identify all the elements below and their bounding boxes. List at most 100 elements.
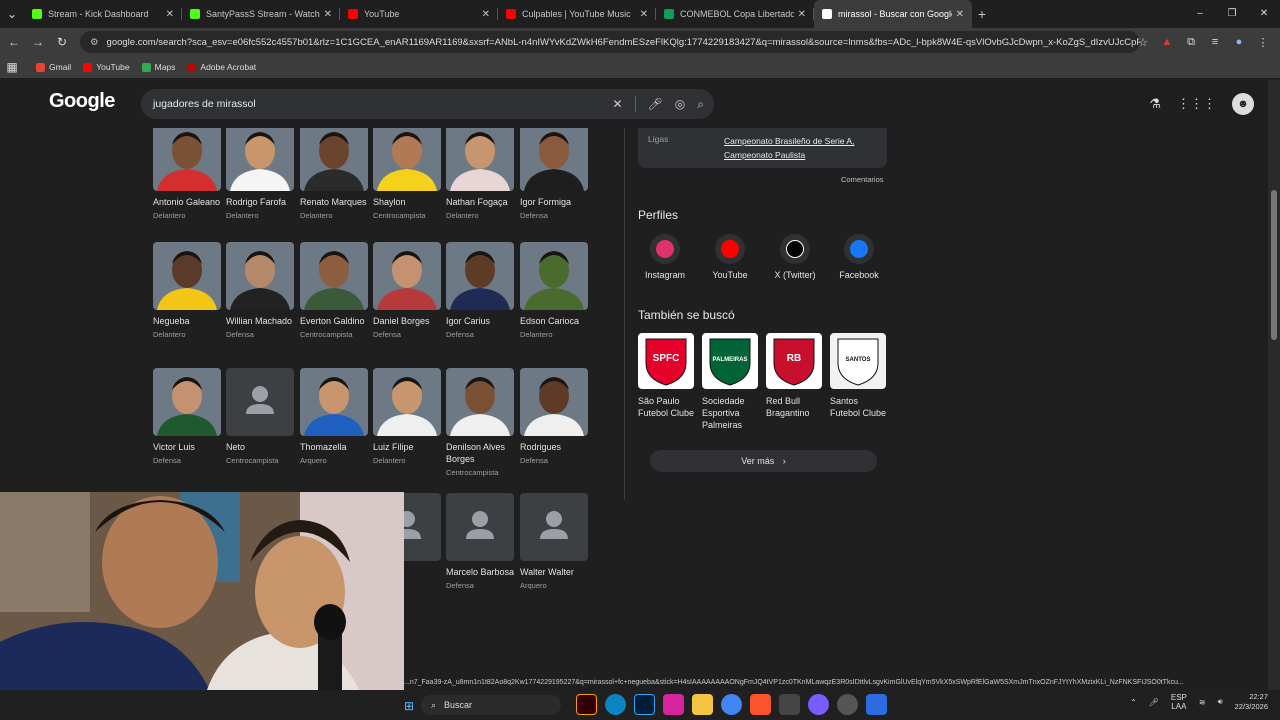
player-photo[interactable]	[300, 128, 368, 191]
bookmark-item[interactable]: Maps	[141, 62, 175, 72]
bookmark-item[interactable]: YouTube	[83, 62, 130, 72]
bookmark-item[interactable]: Gmail	[36, 62, 71, 72]
player-card[interactable]: Shaylon Centrocampista	[373, 128, 443, 220]
clock[interactable]: 22:27 22/3/2026	[1235, 692, 1268, 712]
player-photo[interactable]	[300, 242, 368, 310]
related-club-card[interactable]: PALMEIRAS Sociedade Esportiva Palmeiras	[702, 333, 762, 431]
player-card[interactable]: Nathan Fogaça Delantero	[446, 128, 516, 220]
tab-close-icon[interactable]: ✕	[798, 9, 806, 20]
language-indicator[interactable]: ESP LAA	[1171, 693, 1187, 711]
player-card[interactable]: Denilson Alves Borges Centrocampista	[446, 368, 516, 477]
app-icon[interactable]	[866, 694, 887, 715]
brave-icon[interactable]	[750, 694, 771, 715]
player-photo[interactable]	[446, 128, 514, 191]
player-card[interactable]: Rodrigues Defensa	[520, 368, 590, 465]
media-control-icon[interactable]: ≡	[1206, 36, 1224, 48]
site-info-icon[interactable]: ⚙	[90, 37, 99, 48]
calculator-icon[interactable]	[779, 694, 800, 715]
player-photo[interactable]	[373, 368, 441, 436]
tab-close-icon[interactable]: ✕	[324, 9, 332, 20]
file-explorer-icon[interactable]	[692, 694, 713, 715]
browser-tab[interactable]: CONMEBOL Copa Libertadores ✕	[656, 0, 814, 28]
voice-search-icon[interactable]: 🎤︎	[648, 97, 663, 111]
tab-search-icon[interactable]: ⌄	[0, 7, 24, 21]
page-scrollbar[interactable]	[1268, 80, 1280, 690]
tab-close-icon[interactable]: ✕	[482, 9, 490, 20]
apps-grid-icon[interactable]: ▦	[0, 60, 24, 74]
mic-tray-icon[interactable]: 🎤︎	[1149, 698, 1159, 707]
tab-close-icon[interactable]: ✕	[956, 9, 964, 20]
address-bar[interactable]: ⚙ google.com/search?sca_esv=e06fc552c455…	[80, 31, 1140, 53]
tab-close-icon[interactable]: ✕	[166, 9, 174, 20]
account-avatar[interactable]: ☻	[1232, 93, 1254, 115]
close-window-icon[interactable]: ✕	[1248, 0, 1280, 28]
player-photo[interactable]	[226, 242, 294, 310]
maximize-icon[interactable]: ❐	[1216, 0, 1248, 28]
player-photo[interactable]	[153, 128, 221, 191]
back-icon[interactable]: ←	[2, 35, 26, 49]
browser-tab[interactable]: Culpables | YouTube Music ✕	[498, 0, 656, 28]
bookmark-star-icon[interactable]: ☆	[1134, 36, 1152, 49]
illustrator-icon[interactable]	[576, 694, 597, 715]
player-card[interactable]: Marcelo Barbosa Defensa	[446, 493, 516, 590]
player-card[interactable]: Igor Formiga Defensa	[520, 128, 590, 220]
player-card[interactable]: Daniel Borges Defensa	[373, 242, 443, 339]
minimize-icon[interactable]: –	[1184, 0, 1216, 28]
player-photo[interactable]	[446, 242, 514, 310]
player-card[interactable]: Neto Centrocampista	[226, 368, 296, 465]
tab-close-icon[interactable]: ✕	[640, 9, 648, 20]
player-card[interactable]: Igor Carius Defensa	[446, 242, 516, 339]
player-photo[interactable]	[300, 368, 368, 436]
instagram-app-icon[interactable]	[663, 694, 684, 715]
tray-chevron-icon[interactable]: ⌃	[1130, 698, 1137, 707]
reload-icon[interactable]: ↻	[50, 35, 74, 49]
player-photo[interactable]	[153, 368, 221, 436]
browser-menu-icon[interactable]: ⋮	[1254, 36, 1272, 49]
photoshop-icon[interactable]	[634, 694, 655, 715]
comentarios-link[interactable]: Comentarios	[841, 175, 884, 184]
player-card[interactable]: Rodrigo Farofa Delantero	[226, 128, 296, 220]
browser-tab[interactable]: YouTube ✕	[340, 0, 498, 28]
chrome-icon[interactable]	[721, 694, 742, 715]
search-icon[interactable]: ⌕	[697, 97, 704, 112]
profile-link-youtube[interactable]: YouTube	[698, 234, 762, 280]
extensions-icon[interactable]: ⧉	[1182, 36, 1200, 49]
player-photo[interactable]	[226, 368, 294, 436]
lens-icon[interactable]: ◎	[675, 97, 685, 111]
player-card[interactable]: Thomazella Arquero	[300, 368, 370, 465]
windows-start-icon[interactable]: ⊞	[404, 699, 414, 713]
profile-link-xtwitter[interactable]: X (Twitter)	[763, 234, 827, 280]
profile-link-instagram[interactable]: Instagram	[633, 234, 697, 280]
acrobat-extension-icon[interactable]: ▲	[1158, 36, 1176, 48]
player-card[interactable]: Victor Luis Defensa	[153, 368, 223, 465]
scrollbar-thumb[interactable]	[1271, 190, 1277, 340]
profile-link-facebook[interactable]: Facebook	[827, 234, 891, 280]
profile-icon[interactable]: ●	[1230, 36, 1248, 48]
browser-tab[interactable]: SantyPassS Stream - Watch Live ✕	[182, 0, 340, 28]
player-card[interactable]: Willian Machado Defensa	[226, 242, 296, 339]
bookmark-item[interactable]: Adobe Acrobat	[187, 62, 256, 72]
player-photo[interactable]	[520, 128, 588, 191]
player-card[interactable]: Luiz Filipe Delantero	[373, 368, 443, 465]
forward-icon[interactable]: →	[26, 35, 50, 49]
steam-icon[interactable]	[837, 694, 858, 715]
volume-icon[interactable]: 🔊︎	[1218, 697, 1223, 707]
player-card[interactable]: Everton Galdino Centrocampista	[300, 242, 370, 339]
copilot-icon[interactable]	[808, 694, 829, 715]
player-photo[interactable]	[446, 368, 514, 436]
browser-tab[interactable]: mirassol - Buscar con Google ✕	[814, 0, 972, 28]
ver-mas-button[interactable]: Ver más ›	[650, 450, 877, 472]
google-apps-icon[interactable]: ⋮⋮⋮	[1177, 96, 1216, 112]
wifi-icon[interactable]: ≋	[1199, 698, 1206, 707]
browser-tab[interactable]: Stream - Kick Dashboard ✕	[24, 0, 182, 28]
ligas-value-link[interactable]: Campeonato Brasileño de Serie A, Campeon…	[724, 134, 884, 162]
player-photo[interactable]	[373, 242, 441, 310]
labs-flask-icon[interactable]: ⚗	[1149, 96, 1161, 112]
search-input[interactable]: jugadores de mirassol ✕ 🎤︎ ◎ ⌕	[141, 89, 714, 119]
edge-icon[interactable]	[605, 694, 626, 715]
player-card[interactable]: Edson Carioca Delantero	[520, 242, 590, 339]
player-photo[interactable]	[446, 493, 514, 561]
related-club-card[interactable]: RB Red Bull Bragantino	[766, 333, 826, 419]
player-card[interactable]: Negueba Delantero	[153, 242, 223, 339]
google-logo[interactable]: Google	[49, 90, 115, 113]
